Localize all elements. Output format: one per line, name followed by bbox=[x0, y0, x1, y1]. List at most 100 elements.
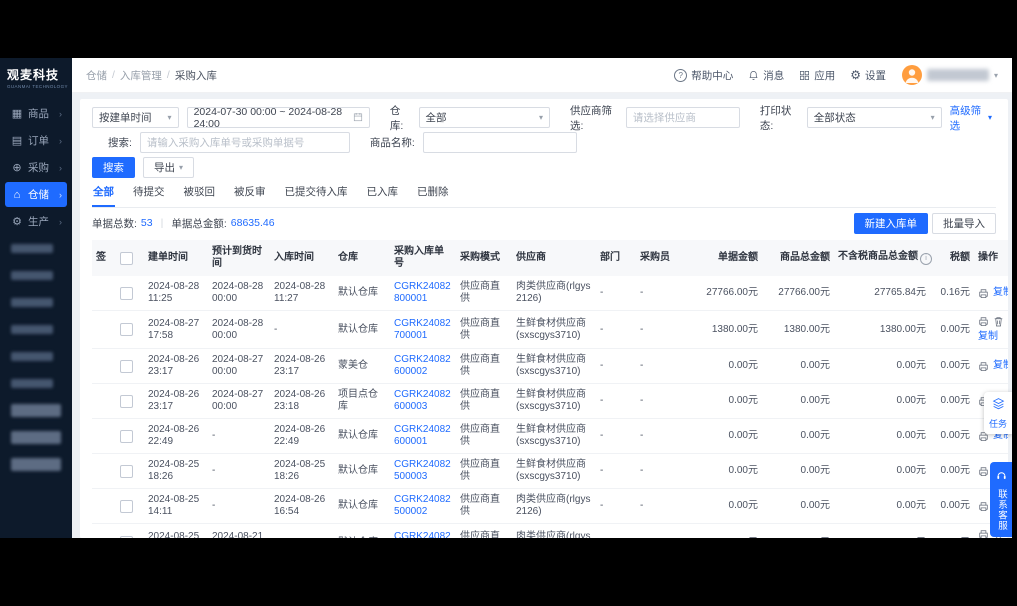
print-icon[interactable] bbox=[978, 361, 989, 372]
date-range-input[interactable]: 2024-07-30 00:00 ~ 2024-08-28 24:00 bbox=[187, 107, 370, 128]
user-menu[interactable]: ▾ bbox=[902, 65, 998, 85]
sidebar-item-label: 生产 bbox=[28, 214, 49, 229]
row-checkbox[interactable] bbox=[120, 323, 133, 336]
select-all-checkbox[interactable] bbox=[120, 252, 133, 265]
sidebar-item-production[interactable]: ⚙生产› bbox=[5, 209, 67, 234]
sign-cell bbox=[92, 489, 116, 524]
chevron-down-icon: ▾ bbox=[925, 113, 935, 122]
tab-4[interactable]: 已提交待入库 bbox=[284, 182, 349, 205]
inbound-time-cell: 2024-08-26 23:17 bbox=[270, 349, 334, 384]
row-checkbox[interactable] bbox=[120, 430, 133, 443]
order-number-link[interactable]: CGRK24082600001 bbox=[394, 424, 451, 447]
order-number-link[interactable]: CGRK24082600002 bbox=[394, 354, 451, 377]
customer-service-label: 联系客服 bbox=[994, 489, 1008, 531]
department-cell: - bbox=[596, 311, 636, 349]
top-action-label: 应用 bbox=[814, 68, 835, 83]
export-button[interactable]: 导出 ▾ bbox=[143, 157, 194, 178]
sidebar-item-redacted[interactable] bbox=[5, 290, 67, 315]
sign-cell bbox=[92, 349, 116, 384]
buyer-cell: - bbox=[636, 419, 696, 454]
search-button[interactable]: 搜索 bbox=[92, 157, 135, 178]
avatar bbox=[902, 65, 922, 85]
sidebar-item-redacted[interactable] bbox=[5, 371, 67, 396]
breadcrumb-item[interactable]: 采购入库 bbox=[175, 68, 217, 83]
row-checkbox[interactable] bbox=[120, 465, 133, 478]
sidebar-item-purchase[interactable]: ⊕采购› bbox=[5, 155, 67, 180]
product-name-input[interactable] bbox=[423, 132, 577, 153]
info-icon[interactable]: i bbox=[920, 253, 932, 265]
create-inbound-label: 新建入库单 bbox=[865, 216, 918, 231]
chevron-right-icon: › bbox=[59, 136, 62, 146]
tab-0[interactable]: 全部 bbox=[92, 182, 115, 207]
supplier-filter-label: 供应商筛选: bbox=[570, 103, 618, 133]
order-number-link[interactable]: CGRK24082700001 bbox=[394, 318, 451, 341]
goods-amount-cell: 27766.00元 bbox=[762, 276, 834, 311]
top-action-label: 帮助中心 bbox=[691, 68, 733, 83]
sidebar-item-redacted[interactable] bbox=[5, 236, 67, 261]
top-action-help-center[interactable]: ?帮助中心 bbox=[674, 68, 733, 83]
table-row: 2024-08-27 17:582024-08-28 00:00-默认仓库CGR… bbox=[92, 311, 1008, 349]
supplier-filter-input[interactable] bbox=[626, 107, 740, 128]
row-checkbox[interactable] bbox=[120, 500, 133, 513]
breadcrumb-item[interactable]: 仓储 bbox=[86, 68, 107, 83]
redacted-label bbox=[11, 325, 53, 334]
advanced-filter-link[interactable]: 高级筛选 ▾ bbox=[950, 103, 992, 133]
print-icon[interactable] bbox=[978, 288, 989, 299]
tax-cell: 0.00元 bbox=[930, 454, 974, 489]
column-header: 部门 bbox=[596, 240, 636, 276]
bulk-import-button[interactable]: 批量导入 bbox=[932, 213, 996, 234]
row-checkbox[interactable] bbox=[120, 360, 133, 373]
top-action-settings[interactable]: ⚙设置 bbox=[850, 68, 886, 83]
top-action-apps[interactable]: 应用 bbox=[799, 68, 835, 83]
order-number-link[interactable]: CGRK24082600003 bbox=[394, 389, 451, 412]
sidebar-item-redacted[interactable] bbox=[5, 425, 67, 450]
tab-3[interactable]: 被反审 bbox=[233, 182, 267, 205]
sidebar-item-redacted[interactable] bbox=[5, 317, 67, 342]
print-icon[interactable] bbox=[978, 529, 989, 538]
copy-link[interactable]: 复制 bbox=[993, 360, 1008, 372]
goods-amount-cell: 0.00元 bbox=[762, 454, 834, 489]
sidebar-item-redacted[interactable] bbox=[5, 452, 67, 477]
order-number-link[interactable]: CGRK24082800001 bbox=[394, 281, 451, 304]
sidebar-item-redacted[interactable] bbox=[5, 398, 67, 423]
row-checkbox[interactable] bbox=[120, 287, 133, 300]
row-checkbox[interactable] bbox=[120, 536, 133, 538]
copy-link[interactable]: 复制 bbox=[978, 331, 998, 343]
print-icon[interactable] bbox=[978, 501, 989, 512]
buyer-cell: - bbox=[636, 524, 696, 539]
print-status-select[interactable]: 全部状态 ▾ bbox=[807, 107, 942, 128]
department-cell: - bbox=[596, 349, 636, 384]
time-type-select[interactable]: 按建单时间 ▾ bbox=[92, 107, 179, 128]
tab-6[interactable]: 已删除 bbox=[416, 182, 450, 205]
customer-service-widget[interactable]: 联系客服 bbox=[990, 462, 1012, 537]
sidebar-item-label: 订单 bbox=[28, 133, 49, 148]
print-icon[interactable] bbox=[978, 316, 989, 327]
goods-amount-cell: 0.00元 bbox=[762, 419, 834, 454]
sidebar-item-warehouse[interactable]: ⌂仓储› bbox=[5, 182, 67, 207]
tab-2[interactable]: 被驳回 bbox=[183, 182, 217, 205]
warehouse-select[interactable]: 全部 ▾ bbox=[419, 107, 550, 128]
sign-cell bbox=[92, 276, 116, 311]
top-action-messages[interactable]: 消息 bbox=[748, 68, 784, 83]
copy-link[interactable]: 复制 bbox=[993, 287, 1008, 299]
sidebar-item-orders[interactable]: ▤订单› bbox=[5, 128, 67, 153]
purchase-mode-cell: 供应商直供 bbox=[456, 524, 512, 539]
order-number-link[interactable]: CGRK24082500001 bbox=[394, 531, 451, 539]
order-number-link[interactable]: CGRK24082500003 bbox=[394, 459, 451, 482]
print-icon[interactable] bbox=[978, 466, 989, 477]
redacted-label bbox=[11, 352, 53, 361]
tab-5[interactable]: 已入库 bbox=[366, 182, 400, 205]
tab-1[interactable]: 待提交 bbox=[132, 182, 166, 205]
sidebar-item-goods[interactable]: ▦商品› bbox=[5, 101, 67, 126]
search-input[interactable] bbox=[140, 132, 350, 153]
department-cell: - bbox=[596, 384, 636, 419]
breadcrumb: 仓储/入库管理/采购入库 bbox=[86, 68, 217, 83]
task-widget[interactable]: 任务 bbox=[984, 392, 1012, 434]
delete-icon[interactable] bbox=[993, 316, 1004, 327]
order-number-link[interactable]: CGRK24082500002 bbox=[394, 494, 451, 517]
sidebar-item-redacted[interactable] bbox=[5, 344, 67, 369]
create-inbound-button[interactable]: 新建入库单 bbox=[854, 213, 929, 234]
row-checkbox[interactable] bbox=[120, 395, 133, 408]
sidebar-item-redacted[interactable] bbox=[5, 263, 67, 288]
breadcrumb-item[interactable]: 入库管理 bbox=[120, 68, 162, 83]
